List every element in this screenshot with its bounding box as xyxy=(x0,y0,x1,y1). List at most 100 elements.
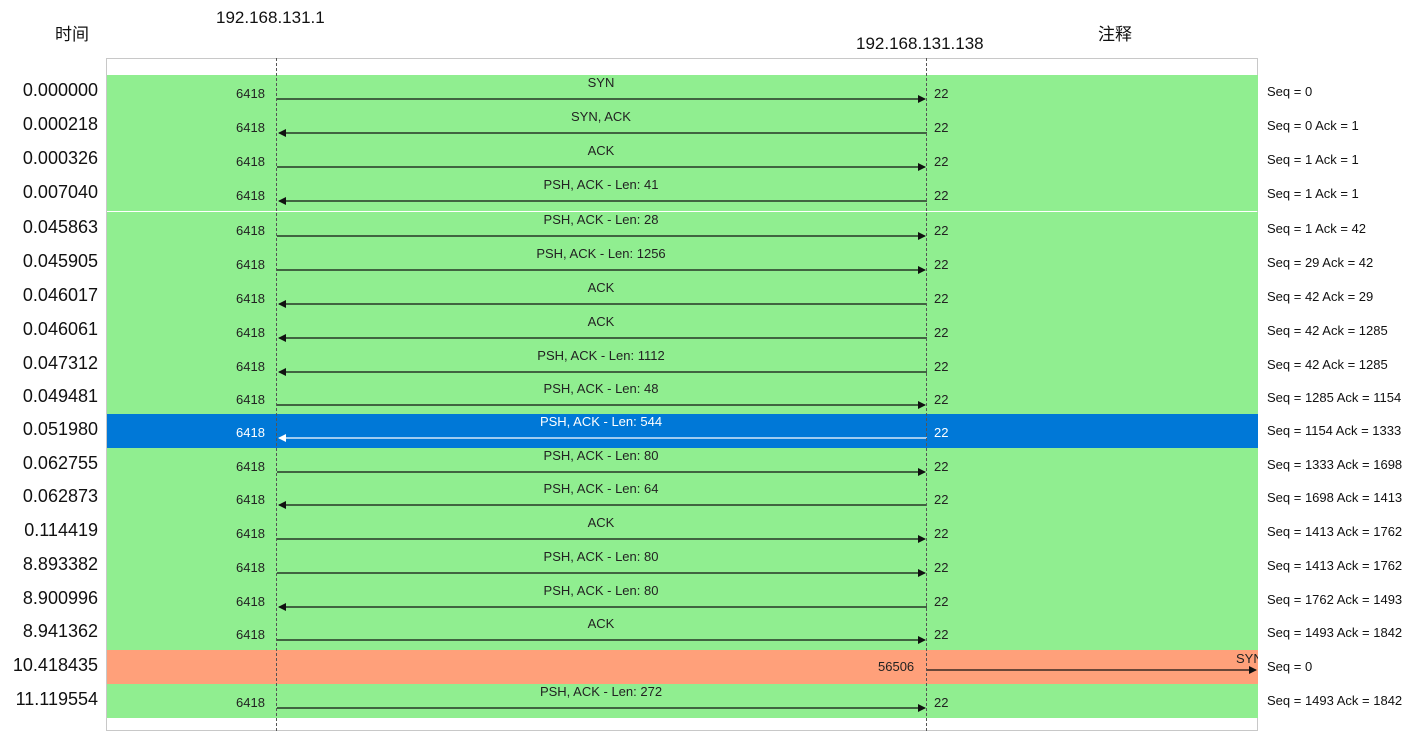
flow-rows: 0.000000 6418 22 SYN Seq = 0 0.000218 6418 22 SY… xyxy=(0,0,1428,754)
flow-dst-port: 22 xyxy=(934,492,949,507)
flow-note: Seq = 0 Ack = 1 xyxy=(1267,118,1359,133)
flow-note: Seq = 0 xyxy=(1267,659,1313,674)
flow-note: Seq = 1698 Ack = 1413 xyxy=(1267,490,1403,505)
flow-row[interactable]: 0.051980 6418 22 PSH, ACK - Len: 544 Seq = 1… xyxy=(0,414,1428,448)
flow-time: 0.046017 xyxy=(22,285,98,305)
flow-row[interactable]: 0.114419 6418 22 ACK Seq = 1413 Ack = 1762 xyxy=(0,515,1428,549)
flow-arrow-right xyxy=(277,636,926,644)
flow-note: Seq = 29 Ack = 42 xyxy=(1267,255,1374,270)
flow-row[interactable]: 0.046061 6418 22 ACK Seq = 42 Ack = 1285 xyxy=(0,314,1428,348)
flow-src-port: 6418 xyxy=(236,257,265,272)
flow-row[interactable]: 10.418435 56506 SYN Seq = 0 xyxy=(0,650,1428,684)
flow-src-port: 6418 xyxy=(236,492,265,507)
flow-label: PSH, ACK - Len: 28 xyxy=(543,212,659,227)
flow-label: SYN xyxy=(587,75,615,90)
flow-dst-port: 22 xyxy=(934,359,949,374)
flow-label: PSH, ACK - Len: 544 xyxy=(539,414,663,429)
flow-arrow-left xyxy=(278,334,927,342)
flow-src-port: 6418 xyxy=(236,120,265,135)
flow-arrow xyxy=(277,159,927,171)
flow-note: Seq = 42 Ack = 1285 xyxy=(1267,323,1388,338)
flow-src-port: 6418 xyxy=(236,392,265,407)
flow-time: 0.049481 xyxy=(22,386,98,406)
flow-row[interactable]: 8.900996 6418 22 PSH, ACK - Len: 80 Seq = 17… xyxy=(0,583,1428,617)
flow-arrow xyxy=(277,296,927,308)
flow-dst-port: 22 xyxy=(934,459,949,474)
flow-label: PSH, ACK - Len: 80 xyxy=(543,583,659,598)
flow-src-port: 6418 xyxy=(236,695,265,710)
flow-arrow xyxy=(277,228,927,240)
flow-note: Seq = 1 Ack = 1 xyxy=(1267,186,1359,201)
flow-row[interactable]: 8.893382 6418 22 PSH, ACK - Len: 80 Seq = 14… xyxy=(0,549,1428,583)
flow-label: ACK xyxy=(587,143,615,158)
flow-label: PSH, ACK - Len: 272 xyxy=(539,684,663,699)
flow-arrow-left xyxy=(278,368,927,376)
flow-src-port: 6418 xyxy=(236,594,265,609)
flow-arrow xyxy=(277,464,927,476)
flow-time: 8.893382 xyxy=(22,554,98,574)
flow-src-port: 6418 xyxy=(236,627,265,642)
flow-arrow-right xyxy=(277,266,926,274)
flow-time: 0.062873 xyxy=(22,486,98,506)
flow-src-port: 56506 xyxy=(878,659,915,674)
flow-row[interactable]: 0.045905 6418 22 PSH, ACK - Len: 1256 Seq = … xyxy=(0,246,1428,280)
flow-arrow xyxy=(277,125,927,137)
flow-time: 0.000000 xyxy=(22,80,98,100)
flow-row[interactable]: 0.007040 6418 22 PSH, ACK - Len: 41 Seq = 1 … xyxy=(0,177,1428,211)
flow-arrow xyxy=(277,497,927,509)
flow-row[interactable]: 0.047312 6418 22 PSH, ACK - Len: 1112 Seq = … xyxy=(0,348,1428,382)
flow-src-port: 6418 xyxy=(236,154,265,169)
flow-label: PSH, ACK - Len: 64 xyxy=(543,481,659,496)
flow-note: Seq = 1413 Ack = 1762 xyxy=(1267,524,1403,539)
flow-dst-port: 22 xyxy=(934,154,949,169)
flow-arrow-right xyxy=(277,163,926,171)
flow-time: 0.062755 xyxy=(22,453,98,473)
flow-dst-port: 22 xyxy=(934,594,949,609)
flow-dst-port: 22 xyxy=(934,291,949,306)
flow-dst-port: 22 xyxy=(934,325,949,340)
flow-label: PSH, ACK - Len: 80 xyxy=(543,549,659,564)
flow-arrow xyxy=(277,364,927,376)
flow-dst-port: 22 xyxy=(934,120,949,135)
flow-label: PSH, ACK - Len: 1112 xyxy=(537,348,665,363)
flow-arrow xyxy=(277,599,927,611)
flow-src-port: 6418 xyxy=(236,425,265,440)
flow-row[interactable]: 0.046017 6418 22 ACK Seq = 42 Ack = 29 xyxy=(0,280,1428,314)
flow-note: Seq = 42 Ack = 29 xyxy=(1267,289,1374,304)
host-a-lifeline xyxy=(276,58,277,731)
flow-src-port: 6418 xyxy=(236,223,265,238)
flow-row[interactable]: 0.000218 6418 22 SYN, ACK Seq = 0 Ack = 1 xyxy=(0,109,1428,143)
flow-time: 0.000218 xyxy=(22,114,98,134)
flow-note: Seq = 1333 Ack = 1698 xyxy=(1267,457,1403,472)
flow-src-port: 6418 xyxy=(236,359,265,374)
flow-time: 0.046061 xyxy=(22,319,98,339)
flow-row[interactable]: 0.045863 6418 22 PSH, ACK - Len: 28 Seq = 1 … xyxy=(0,212,1428,246)
flow-label: ACK xyxy=(587,515,615,530)
flow-row[interactable]: 11.119554 6418 22 PSH, ACK - Len: 272 Seq = … xyxy=(0,684,1428,718)
flow-arrow xyxy=(926,662,1258,674)
flow-src-port: 6418 xyxy=(236,86,265,101)
flow-row[interactable]: 0.000326 6418 22 ACK Seq = 1 Ack = 1 xyxy=(0,143,1428,177)
flow-row[interactable]: 8.941362 6418 22 ACK Seq = 1493 Ack = 1842 xyxy=(0,616,1428,650)
flow-arrow-left xyxy=(278,300,927,308)
flow-src-port: 6418 xyxy=(236,560,265,575)
flow-note: Seq = 1 Ack = 42 xyxy=(1267,221,1367,236)
flow-dst-port: 22 xyxy=(934,223,949,238)
flow-row[interactable]: 0.062755 6418 22 PSH, ACK - Len: 80 Seq = 13… xyxy=(0,448,1428,482)
flow-arrow xyxy=(277,632,927,644)
flow-time: 0.047312 xyxy=(22,353,98,373)
flow-note: Seq = 1413 Ack = 1762 xyxy=(1267,558,1403,573)
flow-note: Seq = 1154 Ack = 1333 xyxy=(1267,423,1402,438)
flow-label: ACK xyxy=(587,280,615,295)
flow-dst-port: 22 xyxy=(934,257,949,272)
flow-time: 0.051980 xyxy=(22,419,98,439)
flow-arrow-right xyxy=(277,569,926,577)
flow-label: SYN, ACK xyxy=(571,109,631,124)
flow-row[interactable]: 0.000000 6418 22 SYN Seq = 0 xyxy=(0,75,1428,109)
flow-row[interactable]: 0.049481 6418 22 PSH, ACK - Len: 48 Seq = 12… xyxy=(0,381,1428,415)
flow-arrow-right xyxy=(277,401,926,409)
flow-arrow-left xyxy=(278,197,927,205)
flow-time: 0.045863 xyxy=(22,217,98,237)
flow-row[interactable]: 0.062873 6418 22 PSH, ACK - Len: 64 Seq = 16… xyxy=(0,481,1428,515)
flow-arrow-left xyxy=(278,501,927,509)
